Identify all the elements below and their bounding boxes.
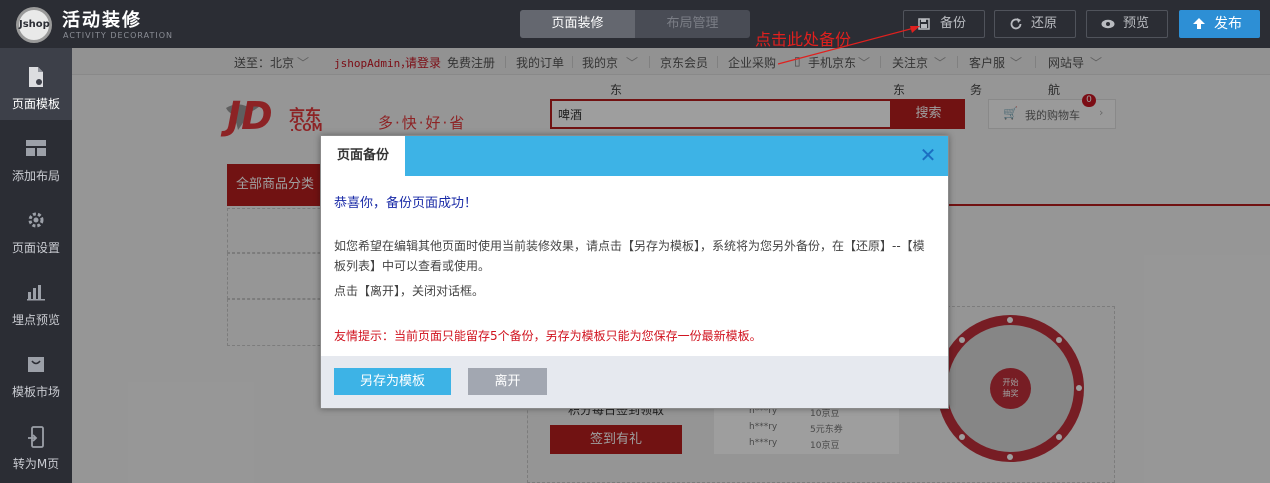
sidebar-item-label: 页面设置 xyxy=(11,241,60,255)
sidebar-item-convert-mobile[interactable]: 转为M页 xyxy=(0,408,72,480)
backup-dialog: 页面备份 ✕ 恭喜你，备份页面成功！ 如您希望在编辑其他页面时使用当前装修效果，… xyxy=(320,135,949,409)
sidebar-item-page-settings[interactable]: 页面设置 xyxy=(0,192,72,264)
sidebar-item-add-layout[interactable]: 添加布局 xyxy=(0,120,72,192)
close-icon[interactable]: ✕ xyxy=(917,144,939,166)
dialog-title-tab: 页面备份 xyxy=(321,136,405,176)
sidebar-item-label: 模板市场 xyxy=(11,385,60,399)
sidebar-item-label: 页面模板 xyxy=(11,97,60,111)
dialog-body: 恭喜你，备份页面成功！ 如您希望在编辑其他页面时使用当前装修效果，请点击【另存为… xyxy=(321,176,948,356)
dialog-footer: 另存为模板 离开 xyxy=(321,356,948,408)
mobile-convert-icon xyxy=(0,426,72,453)
save-as-template-button[interactable]: 另存为模板 xyxy=(334,368,451,395)
gear-icon xyxy=(0,210,72,234)
backup-tip: 友情提示：当前页面只能留存5个备份，另存为模板只能为您保存一份最新模板。 xyxy=(334,329,762,343)
leave-button[interactable]: 离开 xyxy=(468,368,547,395)
dialog-header: 页面备份 ✕ xyxy=(321,136,948,176)
sidebar-item-label: 转为M页 xyxy=(12,457,60,471)
leave-instruction: 点击【离开】，关闭对话框。 xyxy=(334,284,485,298)
sidebar-item-label: 埋点预览 xyxy=(11,313,60,327)
instruction-paragraph: 如您希望在编辑其他页面时使用当前装修效果，请点击【另存为模板】，系统将为您另外备… xyxy=(334,239,925,273)
bar-chart-icon xyxy=(0,282,72,306)
add-layout-icon xyxy=(0,138,72,162)
sidebar-item-label: 添加布局 xyxy=(11,169,60,183)
shop-bag-icon xyxy=(0,354,72,379)
success-message: 恭喜你，备份页面成功！ xyxy=(334,196,478,211)
sidebar: 页面模板 添加布局 页面设置 埋点预览 模板市场 转为M页 xyxy=(0,48,72,483)
sidebar-item-template-market[interactable]: 模板市场 xyxy=(0,336,72,408)
hint-arrow-icon xyxy=(777,26,920,65)
sidebar-item-tracking-preview[interactable]: 埋点预览 xyxy=(0,264,72,336)
